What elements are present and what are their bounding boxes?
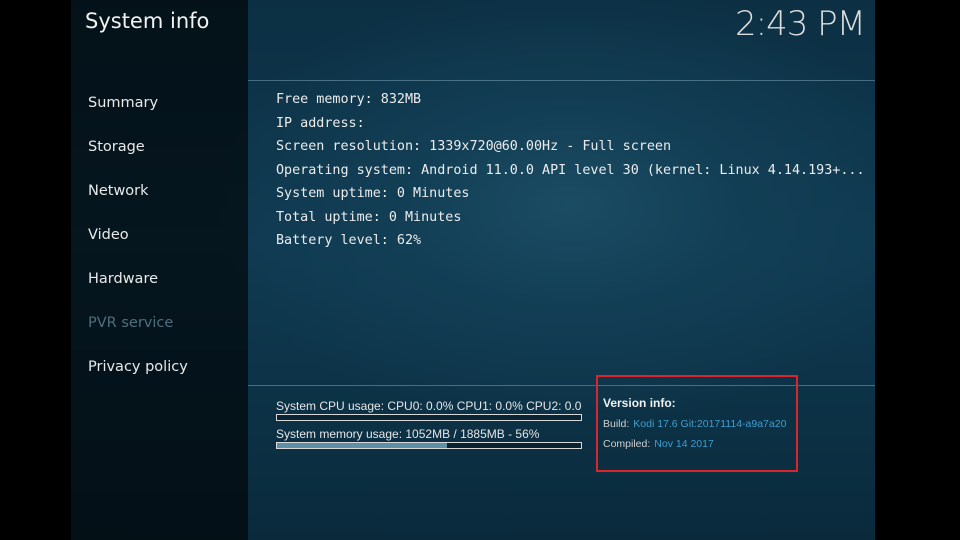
sidebar: System info Summary Storage Network Vide… [71,0,248,540]
page-title: System info [85,9,210,33]
memory-usage: System memory usage: 1052MB / 1885MB - 5… [276,426,582,449]
sidebar-item-pvr-service: PVR service [88,315,174,331]
summary-info: Free memory: 832MB IP address: Screen re… [276,88,865,253]
info-operating-system: Operating system: Android 11.0.0 API lev… [276,162,865,178]
sidebar-item-hardware[interactable]: Hardware [88,267,188,311]
cpu-usage: System CPU usage: CPU0: 0.0% CPU1: 0.0% … [276,398,582,421]
annotation-highlight-box [596,375,798,472]
info-total-uptime: Total uptime: 0 Minutes [276,209,462,225]
divider-top [248,80,875,81]
info-free-memory: Free memory: 832MB [276,92,422,107]
cpu-usage-label: System CPU usage: CPU0: 0.0% CPU1: 0.0% … [276,399,582,413]
sidebar-item-storage[interactable]: Storage [88,135,188,179]
sidebar-item-summary[interactable]: Summary [88,91,188,135]
memory-usage-label: System memory usage: 1052MB / 1885MB - 5… [276,427,540,441]
cpu-usage-bar [276,414,582,421]
info-battery-level: Battery level: 62% [276,233,422,248]
sidebar-item-network[interactable]: Network [88,179,188,223]
sidebar-item-privacy-policy[interactable]: Privacy policy [88,355,188,399]
sidebar-item-video[interactable]: Video [88,223,188,267]
memory-usage-bar [276,442,582,449]
sidebar-menu: Summary Storage Network Video Hardware P… [88,91,188,399]
info-screen-resolution: Screen resolution: 1339x720@60.00Hz - Fu… [276,139,672,154]
info-ip-address: IP address: [276,115,365,131]
memory-usage-fill [277,443,448,448]
info-system-uptime: System uptime: 0 Minutes [276,186,470,201]
clock: 2:43 PM [735,4,866,44]
